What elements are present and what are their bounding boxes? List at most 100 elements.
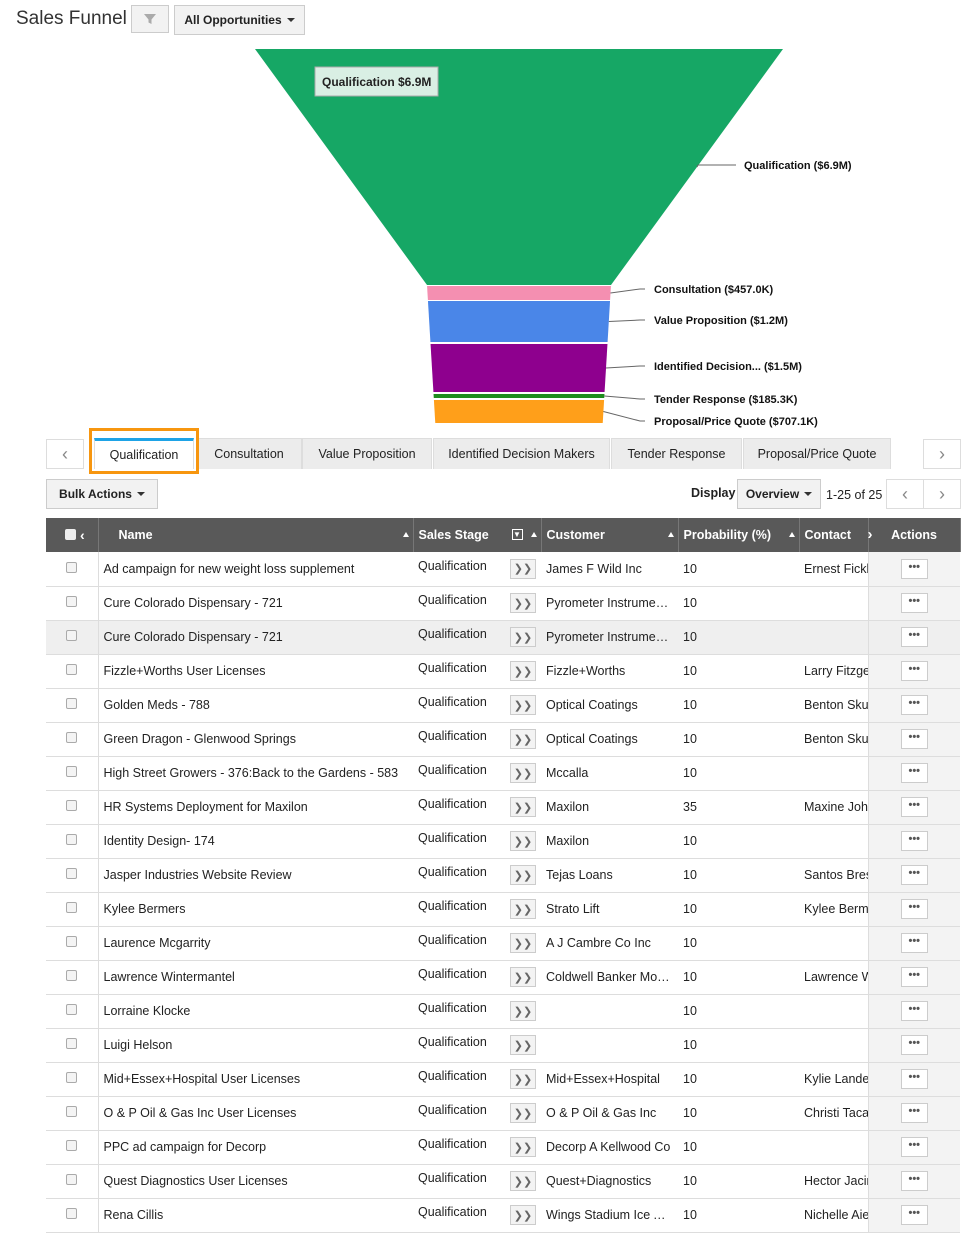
tabs-next-button[interactable]: › bbox=[923, 439, 961, 469]
row-actions-button[interactable]: ••• bbox=[900, 763, 928, 783]
contact[interactable]: Kylie Lande bbox=[799, 1062, 868, 1097]
row-actions-button[interactable]: ••• bbox=[900, 593, 928, 613]
advance-stage-button[interactable]: ❯❯ bbox=[510, 729, 536, 749]
row-checkbox[interactable] bbox=[66, 766, 78, 777]
row-actions-button[interactable]: ••• bbox=[900, 899, 928, 919]
advance-stage-button[interactable]: ❯❯ bbox=[510, 1035, 536, 1055]
advance-stage-button[interactable]: ❯❯ bbox=[510, 899, 536, 919]
opportunity-name[interactable]: Ad campaign for new weight loss suppleme… bbox=[98, 552, 413, 587]
table-row[interactable]: Quest Diagnostics User Licenses ❯❯ Qualif… bbox=[46, 1164, 960, 1199]
row-checkbox[interactable] bbox=[66, 970, 78, 981]
row-checkbox[interactable] bbox=[66, 1174, 78, 1185]
advance-stage-button[interactable]: ❯❯ bbox=[510, 797, 536, 817]
advance-stage-button[interactable]: ❯❯ bbox=[510, 695, 536, 715]
opportunity-name[interactable]: Green Dragon - Glenwood Springs bbox=[98, 722, 413, 757]
funnel-segment[interactable] bbox=[430, 344, 608, 392]
opportunity-name[interactable]: Kylee Bermers bbox=[98, 892, 413, 927]
advance-stage-button[interactable]: ❯❯ bbox=[510, 627, 536, 647]
tab-tender-response[interactable]: Tender Response bbox=[611, 438, 742, 469]
tab-value-proposition[interactable]: Value Proposition bbox=[302, 438, 432, 469]
row-actions-button[interactable]: ••• bbox=[900, 695, 928, 715]
opportunity-name[interactable]: Mid+Essex+Hospital User Licenses bbox=[98, 1062, 413, 1097]
row-actions-button[interactable]: ••• bbox=[900, 831, 928, 851]
table-row[interactable]: Identity Design- 174 ❯❯ Qualification Max… bbox=[46, 824, 960, 859]
row-checkbox[interactable] bbox=[66, 936, 78, 947]
table-row[interactable]: Luigi Helson ❯❯ Qualification 10 ••• bbox=[46, 1028, 960, 1063]
opportunity-name[interactable]: Fizzle+Worths User Licenses bbox=[98, 654, 413, 689]
customer[interactable]: Maxilon bbox=[541, 790, 678, 825]
customer[interactable]: Tejas Loans bbox=[541, 858, 678, 893]
filter-icon[interactable]: ▼ bbox=[511, 529, 523, 540]
table-row[interactable]: Lawrence Wintermantel ❯❯ Qualification Co… bbox=[46, 960, 960, 995]
bulk-actions-button[interactable]: Bulk Actions bbox=[46, 479, 158, 509]
table-row[interactable]: Lorraine Klocke ❯❯ Qualification 10 ••• bbox=[46, 994, 960, 1029]
row-actions-button[interactable]: ••• bbox=[900, 1103, 928, 1123]
row-actions-button[interactable]: ••• bbox=[900, 627, 928, 647]
advance-stage-button[interactable]: ❯❯ bbox=[510, 967, 536, 987]
table-row[interactable]: PPC ad campaign for Decorp ❯❯ Qualificati… bbox=[46, 1130, 960, 1165]
opportunity-name[interactable]: PPC ad campaign for Decorp bbox=[98, 1130, 413, 1165]
row-actions-button[interactable]: ••• bbox=[900, 967, 928, 987]
row-actions-button[interactable]: ••• bbox=[900, 1137, 928, 1157]
funnel-segment[interactable] bbox=[433, 400, 605, 423]
row-checkbox[interactable] bbox=[66, 1004, 78, 1015]
customer[interactable]: James F Wild Inc bbox=[541, 552, 678, 587]
customer[interactable]: Wings Stadium Ice Ar… bbox=[541, 1198, 678, 1233]
page-next-button[interactable]: › bbox=[923, 479, 961, 509]
customer[interactable] bbox=[541, 994, 678, 1029]
row-checkbox[interactable] bbox=[66, 834, 78, 845]
table-row[interactable]: Cure Colorado Dispensary - 721 ❯❯ Qualifi… bbox=[46, 586, 960, 621]
contact[interactable]: Hector Jacir bbox=[799, 1164, 868, 1199]
customer[interactable]: Optical Coatings bbox=[541, 722, 678, 757]
customer[interactable]: Coldwell Banker Mo… bbox=[541, 960, 678, 995]
column-header-customer[interactable]: Customer bbox=[541, 518, 679, 552]
display-dropdown[interactable]: Overview bbox=[737, 479, 821, 509]
advance-stage-button[interactable]: ❯❯ bbox=[510, 1171, 536, 1191]
column-header-contact[interactable]: Contact bbox=[799, 518, 869, 552]
table-row[interactable]: Ad campaign for new weight loss suppleme… bbox=[46, 552, 960, 587]
table-row[interactable]: Green Dragon - Glenwood Springs ❯❯ Qualif… bbox=[46, 722, 960, 757]
row-actions-button[interactable]: ••• bbox=[900, 661, 928, 681]
opportunity-name[interactable]: HR Systems Deployment for Maxilon bbox=[98, 790, 413, 825]
table-row[interactable]: Kylee Bermers ❯❯ Qualification Strato Lif… bbox=[46, 892, 960, 927]
row-checkbox[interactable] bbox=[66, 1208, 78, 1219]
funnel-segment[interactable] bbox=[433, 394, 605, 398]
table-row[interactable]: Mid+Essex+Hospital User Licenses ❯❯ Quali… bbox=[46, 1062, 960, 1097]
advance-stage-button[interactable]: ❯❯ bbox=[510, 1001, 536, 1021]
advance-stage-button[interactable]: ❯❯ bbox=[510, 661, 536, 681]
row-actions-button[interactable]: ••• bbox=[900, 1001, 928, 1021]
column-header-name[interactable]: Name bbox=[98, 518, 414, 552]
advance-stage-button[interactable]: ❯❯ bbox=[510, 1205, 536, 1225]
contact[interactable]: Santos Bres bbox=[799, 858, 868, 893]
customer[interactable]: Fizzle+Worths bbox=[541, 654, 678, 689]
row-checkbox[interactable] bbox=[66, 596, 78, 607]
customer[interactable] bbox=[541, 1028, 678, 1063]
contact[interactable] bbox=[799, 824, 868, 859]
contact[interactable] bbox=[799, 926, 868, 961]
column-header-probability[interactable]: Probability (%) bbox=[678, 518, 800, 552]
opportunity-name[interactable]: Lawrence Wintermantel bbox=[98, 960, 413, 995]
contact[interactable]: Benton Sku bbox=[799, 722, 868, 757]
row-checkbox[interactable] bbox=[66, 561, 78, 573]
funnel-segment[interactable] bbox=[427, 301, 611, 342]
columns-left-icon[interactable]: ‹ bbox=[80, 527, 85, 543]
tab-consultation[interactable]: Consultation bbox=[196, 438, 302, 469]
opportunity-name[interactable]: Cure Colorado Dispensary - 721 bbox=[98, 620, 413, 655]
row-checkbox[interactable] bbox=[66, 868, 78, 879]
customer[interactable]: O & P Oil & Gas Inc bbox=[541, 1096, 678, 1131]
opportunity-name[interactable]: Laurence Mcgarrity bbox=[98, 926, 413, 961]
tabs-prev-button[interactable]: ‹ bbox=[46, 439, 84, 469]
advance-stage-button[interactable]: ❯❯ bbox=[510, 593, 536, 613]
customer[interactable]: A J Cambre Co Inc bbox=[541, 926, 678, 961]
table-row[interactable]: Rena Cillis ❯❯ Qualification Wings Stadiu… bbox=[46, 1198, 960, 1233]
contact[interactable] bbox=[799, 1028, 868, 1063]
opportunity-name[interactable]: Lorraine Klocke bbox=[98, 994, 413, 1029]
contact[interactable]: Nichelle Aie bbox=[799, 1198, 868, 1233]
customer[interactable]: Pyrometer Instrument… bbox=[541, 620, 678, 655]
customer[interactable]: Mid+Essex+Hospital bbox=[541, 1062, 678, 1097]
customer[interactable]: Quest+Diagnostics bbox=[541, 1164, 678, 1199]
tab-proposal-price-quote[interactable]: Proposal/Price Quote bbox=[743, 438, 891, 469]
row-actions-button[interactable]: ••• bbox=[900, 865, 928, 885]
row-checkbox[interactable] bbox=[66, 732, 78, 743]
contact[interactable]: Lawrence W bbox=[799, 960, 868, 995]
